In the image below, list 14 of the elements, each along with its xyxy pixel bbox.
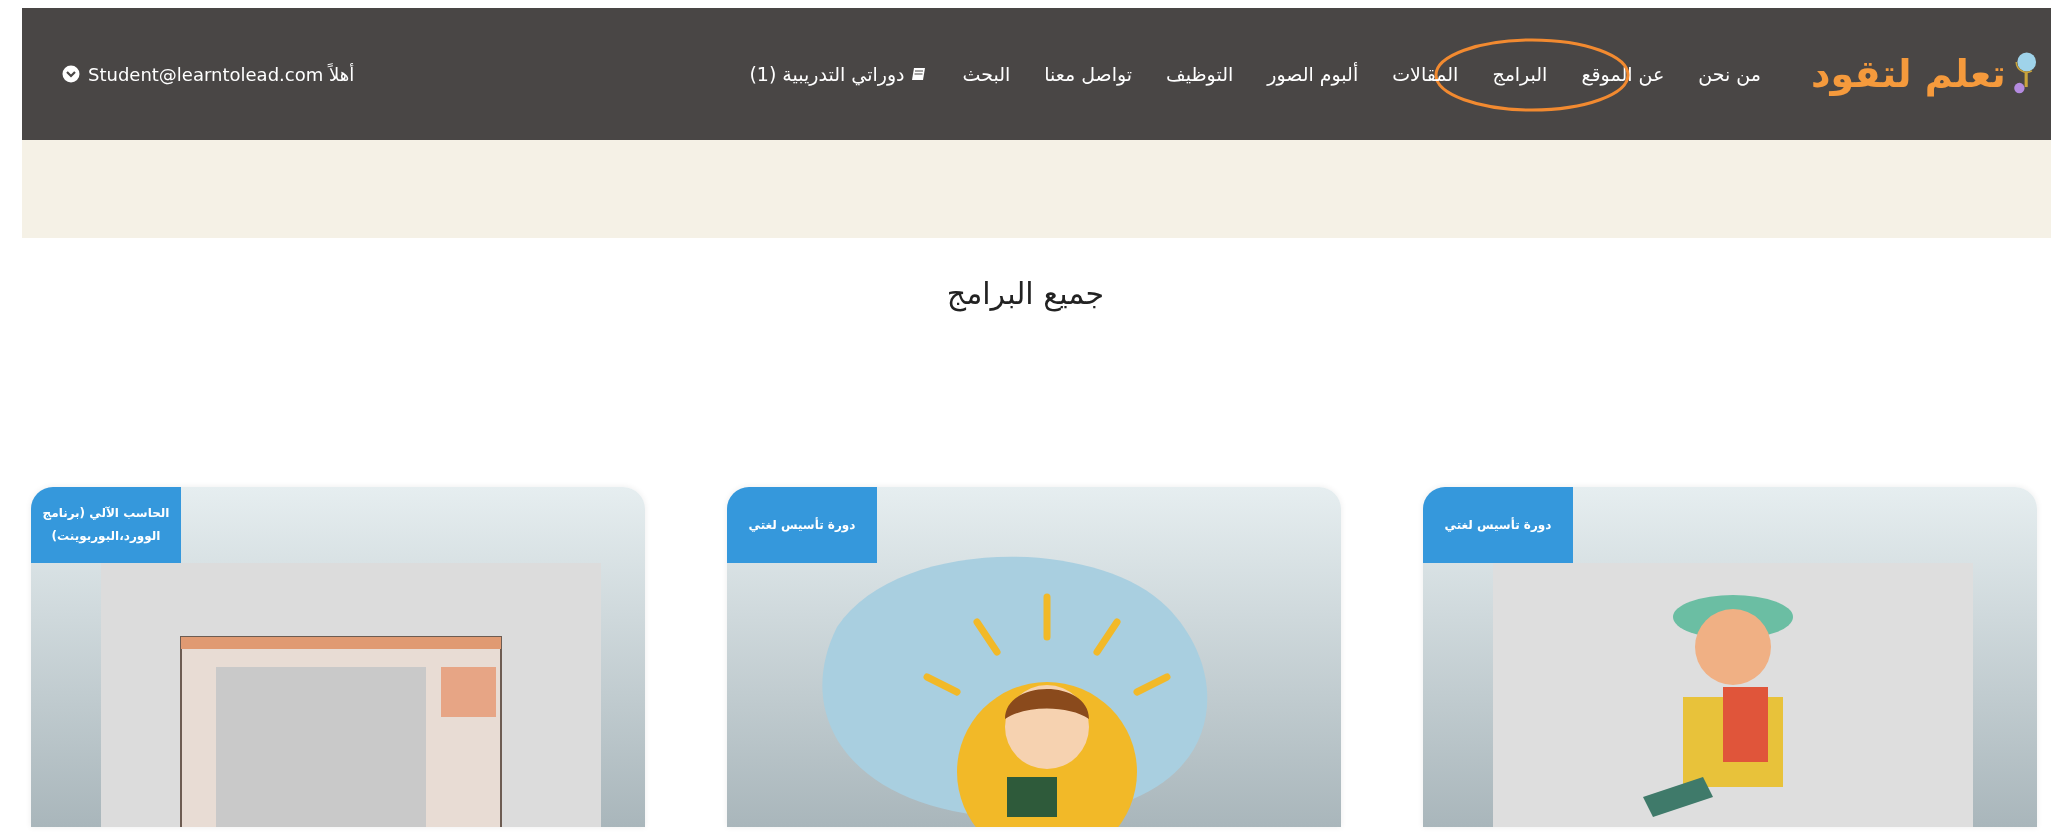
nav-link[interactable]: ألبوم الصور (1267, 63, 1359, 85)
page-title: جميع البرامج (945, 276, 1106, 311)
nav-link[interactable]: التوظيف (1166, 63, 1234, 85)
logo-text: تعلم لتقود (1811, 52, 2006, 96)
nav-link[interactable]: البحث (962, 63, 1011, 85)
card-badge: دورة تأسيس لغتي (727, 487, 877, 563)
my-courses-link[interactable]: دوراتي التدريبية (1) (749, 63, 929, 85)
user-menu[interactable]: أهلاً Student@learntolead.com (62, 63, 355, 85)
chevron-down-circle-icon (62, 65, 80, 83)
nav-link[interactable]: تواصل معنا (1044, 63, 1133, 85)
card-badge: دورة تأسيس لغتي (1423, 487, 1573, 563)
nav-link[interactable]: من نحن (1698, 63, 1761, 85)
card-badge: الحاسب الآلي (برنامج الوورد،البوربوينت) (31, 487, 181, 563)
nav-link[interactable]: البرامج (1492, 63, 1548, 85)
